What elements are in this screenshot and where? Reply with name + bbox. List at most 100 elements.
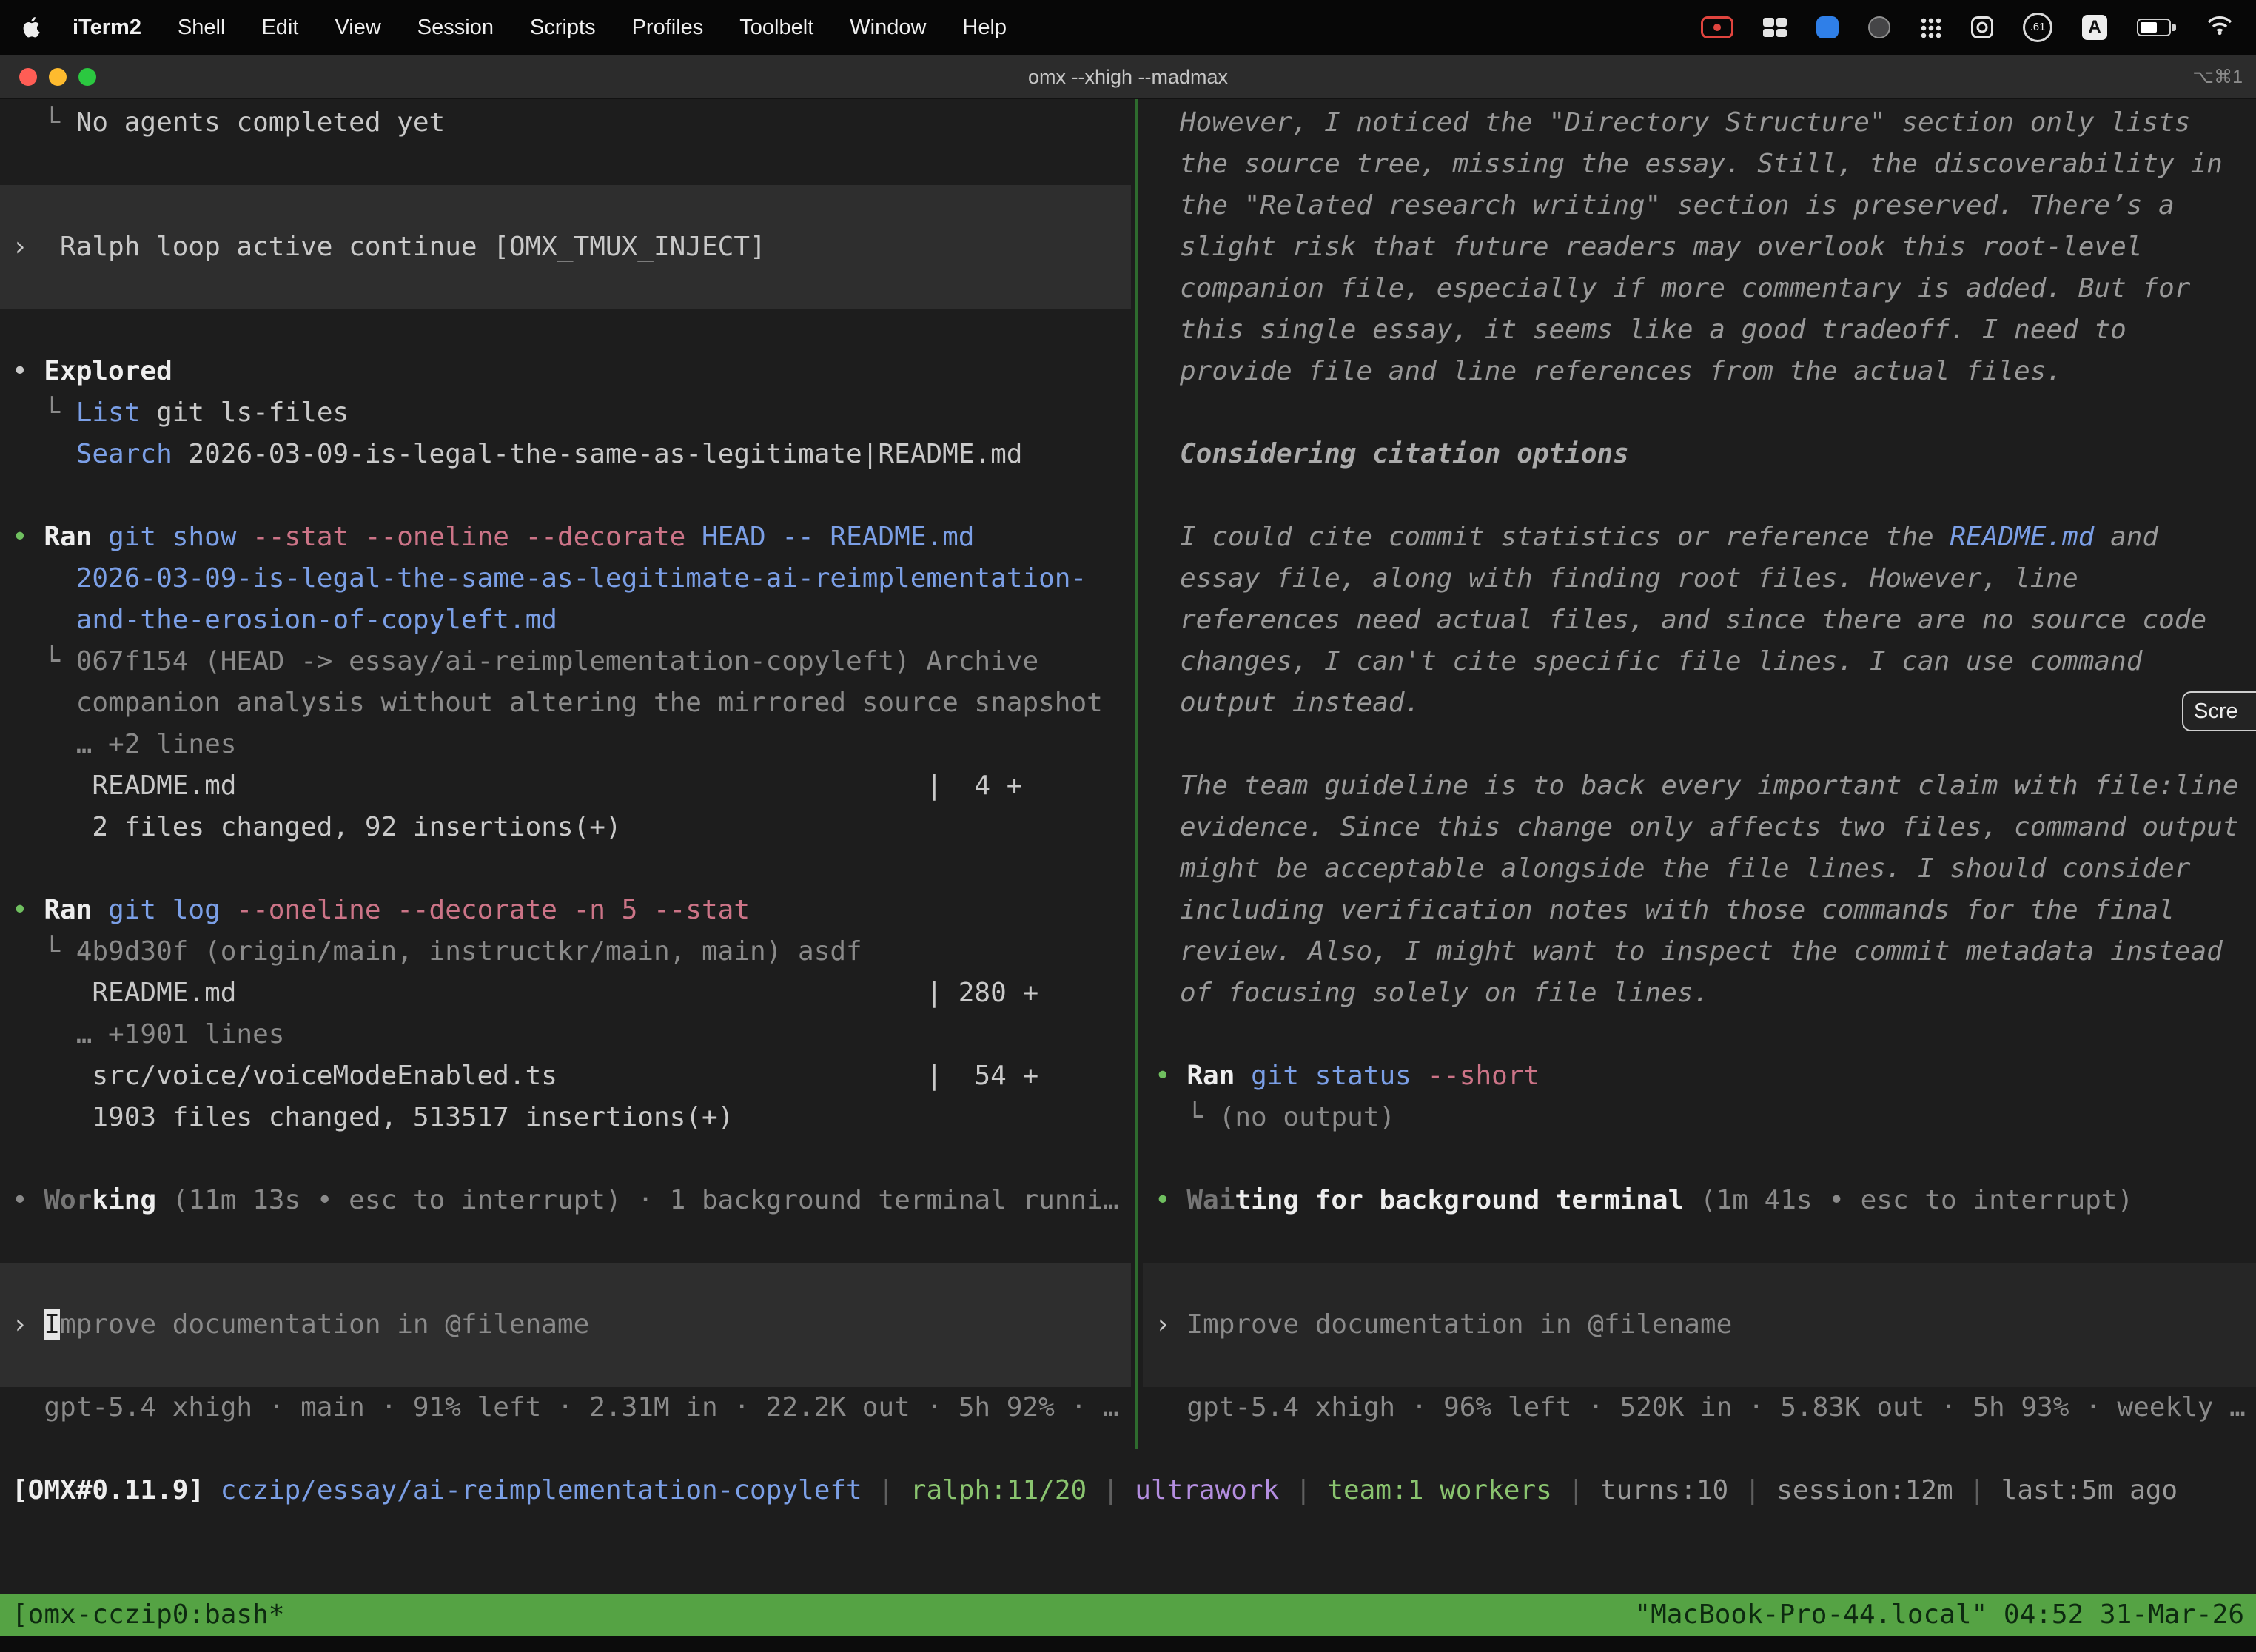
- blank-line: [1143, 1138, 2256, 1180]
- text-segment: Ran: [44, 522, 92, 552]
- text-segment: turns:10: [1600, 1475, 1728, 1505]
- tmux-session-window: [omx-cczip0:bash*: [12, 1594, 284, 1636]
- zoom-window-button[interactable]: [78, 68, 96, 86]
- text-segment: gpt-5.4 xhigh · main · 91% left · 2.31M …: [12, 1392, 1119, 1423]
- omx-session-status: [OMX#0.11.9] cczip/essay/ai-reimplementa…: [0, 1470, 2256, 1511]
- window-grid-icon[interactable]: [1763, 18, 1787, 37]
- text-segment: [204, 1475, 221, 1505]
- text-segment: 1903 files changed, 513517 insertions(+): [12, 1102, 733, 1132]
- text-segment: └ 4b9d30f (origin/main, instructkr/main,…: [12, 936, 862, 967]
- text-segment: •: [1155, 1061, 1186, 1091]
- text-cursor: I: [44, 1309, 60, 1340]
- blue-app-icon[interactable]: [1816, 16, 1839, 38]
- text-segment: gpt-5.4 xhigh · 96% left · 520K in · 5.8…: [1155, 1392, 2246, 1423]
- box-line: › Improve documentation in @filename: [0, 1304, 589, 1346]
- menu-item-help[interactable]: Help: [962, 16, 1007, 40]
- text-segment: The team guideline is to back every impo…: [1180, 770, 2238, 1008]
- battery-icon[interactable]: [2137, 19, 2176, 36]
- menu-item-scripts[interactable]: Scripts: [530, 16, 596, 40]
- text-segment: … +2 lines: [12, 729, 236, 759]
- input-source-icon[interactable]: A: [2082, 15, 2107, 40]
- terminal-line: … +1901 lines: [0, 1014, 1131, 1055]
- box-line: › Ralph loop active continue [OMX_TMUX_I…: [0, 226, 766, 268]
- screen-recording-icon[interactable]: [1701, 16, 1733, 38]
- minimize-window-button[interactable]: [49, 68, 67, 86]
- text-segment: last:5m ago: [2001, 1475, 2178, 1505]
- tmux-pane-right[interactable]: However, I noticed the "Directory Struct…: [1143, 102, 2256, 1434]
- terminal-line: … +2 lines: [0, 724, 1131, 765]
- dots-grid-icon[interactable]: [1920, 17, 1941, 38]
- text-segment: •: [12, 522, 44, 552]
- menu-item-profiles[interactable]: Profiles: [632, 16, 704, 40]
- menu-item-view[interactable]: View: [335, 16, 380, 40]
- screen-notification[interactable]: Scre: [2182, 691, 2256, 731]
- blank-line: [1143, 1221, 2256, 1263]
- tmux-host-clock: "MacBook-Pro-44.local" 04:52 31-Mar-26: [1634, 1594, 2244, 1636]
- menu-item-session[interactable]: Session: [417, 16, 494, 40]
- blank-line: [0, 475, 1131, 517]
- text-segment: |: [862, 1475, 910, 1505]
- text-segment: 2026-03-09-is-legal-the-same-as-legitima…: [172, 439, 1023, 469]
- terminal-line: • Ran git status --short: [1143, 1055, 2256, 1097]
- text-segment: Wai: [1186, 1185, 1235, 1215]
- text-segment: ›: [12, 1309, 44, 1340]
- terminal-line: • Ran git log --oneline --decorate -n 5 …: [0, 890, 1131, 931]
- reasoning-heading: Considering citation options: [1143, 434, 2256, 475]
- prompt-input-left[interactable]: › Improve documentation in @filename: [0, 1263, 1131, 1387]
- text-segment: └: [12, 107, 76, 138]
- terminal-line: companion analysis without altering the …: [0, 682, 1131, 724]
- text-segment: I could cite commit statistics or refere…: [1180, 522, 1950, 552]
- apple-menu-icon[interactable]: [22, 15, 43, 40]
- terminal-content[interactable]: └ No agents completed yet› Ralph loop ac…: [0, 99, 2256, 1594]
- menu-bar-status-icons: .61 A: [1701, 13, 2234, 42]
- text-segment: --stat --oneline --decorate: [236, 522, 685, 552]
- close-window-button[interactable]: [19, 68, 37, 86]
- text-segment: └ 067f154 (HEAD -> essay/ai-reimplementa…: [12, 646, 1038, 676]
- menu-items: iTerm2 Shell Edit View Session Scripts Profile…: [73, 16, 1007, 40]
- macos-menu-bar: iTerm2 Shell Edit View Session Scripts Profile…: [0, 0, 2256, 55]
- menu-item-window[interactable]: Window: [850, 16, 926, 40]
- text-segment: team:1 workers: [1327, 1475, 1551, 1505]
- gauge-icon[interactable]: .61: [2023, 13, 2052, 42]
- text-segment: ›: [1155, 1309, 1186, 1340]
- text-segment: •: [1155, 1185, 1186, 1215]
- box-line: › Improve documentation in @filename: [1143, 1304, 1732, 1346]
- ralph-inject-banner: › Ralph loop active continue [OMX_TMUX_I…: [0, 185, 1131, 309]
- text-segment: HEAD -- README.md: [685, 522, 974, 552]
- text-segment: Wor: [44, 1185, 92, 1215]
- terminal-line: └ List git ls-files: [0, 392, 1131, 434]
- blank-line: [0, 1221, 1131, 1263]
- menu-item-edit[interactable]: Edit: [261, 16, 298, 40]
- blank-line: [0, 309, 1131, 351]
- blank-line: [1143, 392, 2256, 434]
- text-segment: List: [76, 397, 141, 428]
- menu-item-toolbelt[interactable]: Toolbelt: [739, 16, 813, 40]
- dark-app-icon[interactable]: [1868, 16, 1890, 38]
- tmux-pane-left[interactable]: └ No agents completed yet› Ralph loop ac…: [0, 102, 1131, 1434]
- terminal-line: Search 2026-03-09-is-legal-the-same-as-l…: [0, 434, 1131, 475]
- terminal-line: src/voice/voiceModeEnabled.ts | 54 +: [0, 1055, 1131, 1097]
- text-segment: Explored: [44, 356, 172, 386]
- tmux-pane-divider[interactable]: [1135, 99, 1138, 1449]
- text-segment: ralph:11/20: [910, 1475, 1087, 1505]
- blank-line: [1143, 475, 2256, 517]
- wifi-icon[interactable]: [2206, 13, 2234, 41]
- model-status-left: gpt-5.4 xhigh · main · 91% left · 2.31M …: [0, 1387, 1131, 1428]
- terminal-line: └ (no output): [1143, 1097, 2256, 1138]
- text-segment: cczip/essay/ai-reimplementation-copyleft: [221, 1475, 862, 1505]
- text-segment: … +1901 lines: [12, 1019, 284, 1050]
- text-segment: mprove documentation in @filename: [60, 1309, 589, 1340]
- text-segment: and-the-erosion-of-copyleft.md: [12, 605, 557, 635]
- keyhole-icon[interactable]: [1971, 16, 1993, 38]
- text-segment: king: [92, 1185, 156, 1215]
- text-segment: Improve documentation in @filename: [1186, 1309, 1732, 1340]
- bottom-strip: [0, 1636, 2256, 1652]
- text-segment: companion analysis without altering the …: [12, 688, 1103, 718]
- menu-item-iterm2[interactable]: iTerm2: [73, 16, 141, 40]
- window-shortcut-badge: ⌥⌘1: [2192, 55, 2243, 99]
- text-segment: git ls-files: [140, 397, 349, 428]
- menu-item-shell[interactable]: Shell: [178, 16, 226, 40]
- terminal-line: 2026-03-09-is-legal-the-same-as-legitima…: [0, 558, 1131, 600]
- prompt-input-right[interactable]: › Improve documentation in @filename: [1143, 1263, 2256, 1387]
- text-segment: (11m 13s • esc to interrupt) · 1 backgro…: [156, 1185, 1118, 1215]
